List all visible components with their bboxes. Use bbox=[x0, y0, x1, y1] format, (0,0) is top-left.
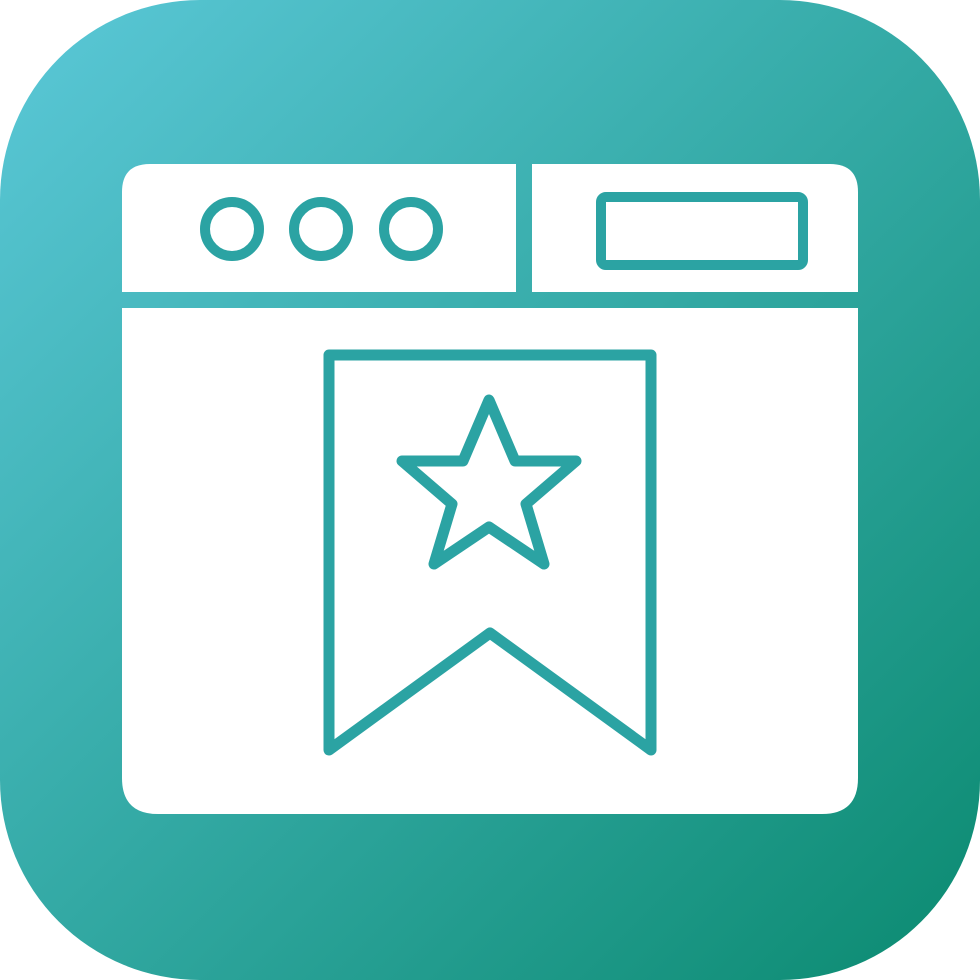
window-top-left-panel bbox=[122, 164, 516, 292]
browser-bookmark-icon bbox=[0, 0, 980, 980]
window-top-right-panel bbox=[532, 164, 858, 292]
window-body bbox=[122, 308, 858, 814]
icon-canvas bbox=[0, 0, 980, 980]
